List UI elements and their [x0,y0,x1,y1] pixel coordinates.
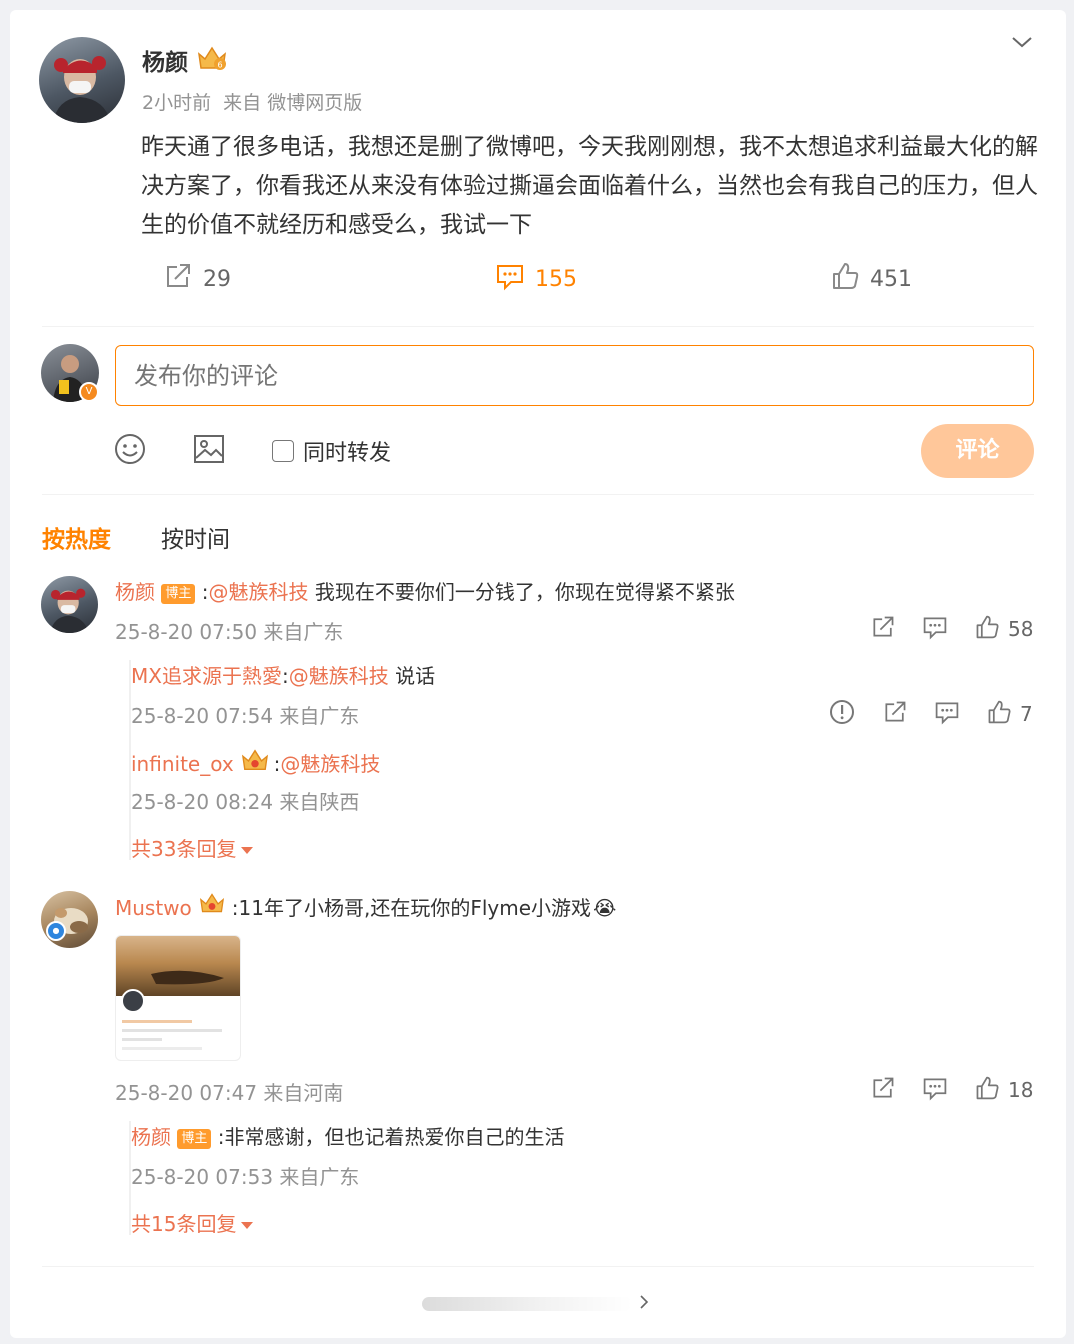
reply-author[interactable]: infinite_ox [131,749,234,779]
thumbs-up-icon[interactable] [974,614,1000,644]
comment-line: Mustwo :11年了小杨哥,还在玩你的Flyme小游戏 😭 [115,891,616,924]
reply-author[interactable]: 杨颜 [131,1125,171,1149]
more-replies-link[interactable]: 共33条回复 [131,833,254,862]
submit-comment-button[interactable]: 评论 [921,424,1034,478]
avatar-person-icon [53,56,111,123]
reply-actions: 7 [829,699,1033,729]
image-button[interactable] [193,433,225,469]
reply-line: MX追求源于熱愛:@魅族科技 说话 [131,664,436,688]
comment-author[interactable]: 杨颜 [115,580,155,604]
comment-meta: 25-8-20 07:50 来自广东 [115,620,344,644]
loading-placeholder-bar [422,1297,632,1311]
reply-meta: 25-8-20 08:24 来自陕西 [131,790,360,814]
repost-button[interactable]: 29 [163,261,231,297]
crying-emoji-icon: 😭 [593,895,617,920]
sync-repost-option[interactable]: 同时转发 [272,435,391,467]
view-more-comments-link[interactable] [422,1293,650,1315]
share-icon[interactable] [870,614,896,644]
reply-like-count: 7 [1020,702,1033,726]
more-replies-label: 共15条回复 [131,1212,237,1236]
emoji-icon [115,434,145,464]
comment-actions: 18 [870,1075,1033,1105]
thumbnail-photo [116,936,240,996]
emoji-button[interactable] [114,433,146,469]
mention-link[interactable]: @魅族科技 [280,749,380,779]
comment-avatar[interactable] [41,576,98,633]
comment-meta: 25-8-20 07:47 来自河南 [115,1081,344,1105]
reply-line: 杨颜 博主 :非常感谢，但也记着热爱你自己的生活 [131,1122,564,1152]
reply-meta: 25-8-20 07:53 来自广东 [131,1165,360,1189]
reply-icon[interactable] [922,1075,948,1105]
mention-link[interactable]: @魅族科技 [208,580,308,604]
thumbs-up-icon[interactable] [974,1075,1000,1105]
comment-count: 155 [535,266,577,292]
reply-line: infinite_ox : @魅族科技 [131,747,380,781]
like-button[interactable]: 451 [830,261,912,297]
comment-actions: 58 [870,614,1033,644]
current-user-avatar: V [41,344,99,402]
post-meta: 2小时前 来自 微博网页版 [142,92,363,114]
thumbnail-avatar [121,989,145,1013]
crown-badge-icon: 6 [196,44,228,76]
comment-line: 杨颜 博主 :@魅族科技 我现在不要你们一分钱了，你现在觉得紧不紧张 [115,580,735,604]
comment-avatar[interactable]: ● [41,891,98,948]
tab-sort-hot[interactable]: 按热度 [42,520,111,554]
reply-text: 说话 [395,664,436,688]
blogger-badge: 博主 [161,583,196,604]
reply-icon[interactable] [922,614,948,644]
more-replies-link[interactable]: 共15条回复 [131,1208,254,1237]
mention-link[interactable]: @魅族科技 [289,664,389,688]
crown-badge-icon [240,747,270,781]
tab-sort-time[interactable]: 按时间 [161,520,230,554]
post-author-name[interactable]: 杨颜 [142,43,188,77]
share-icon[interactable] [870,1075,896,1105]
comment-like-count: 18 [1008,1078,1034,1102]
crown-badge-icon [198,891,226,924]
comment-icon [495,261,525,297]
comment-text: :11年了小杨哥,还在玩你的Flyme小游戏 [231,895,592,920]
post-content: 昨天通了很多电话，我想还是删了微博吧，今天我刚刚想，我不太想追求利益最大化的解决… [141,134,1038,238]
repost-icon [163,261,193,297]
comment-text: 我现在不要你们一分钱了，你现在觉得紧不紧张 [314,580,735,604]
caret-down-icon [240,836,254,860]
report-icon[interactable] [829,699,855,729]
reply-author[interactable]: MX追求源于熱愛 [131,664,282,688]
chevron-down-icon[interactable] [1010,32,1034,56]
reply-text: :非常感谢，但也记着热爱你自己的生活 [217,1125,565,1149]
comment-input[interactable] [115,345,1034,406]
thumbnail-lines [122,1020,236,1050]
blogger-badge: 博主 [177,1128,212,1149]
comment-like-count: 58 [1008,617,1034,641]
chevron-right-icon [638,1293,650,1315]
caret-down-icon [240,1211,254,1235]
image-icon [194,435,224,463]
thumbs-up-icon[interactable] [986,699,1012,729]
comment-author[interactable]: Mustwo [115,892,192,924]
share-icon[interactable] [882,699,908,729]
comment-button[interactable]: 155 [495,261,577,297]
svg-text:6: 6 [217,61,222,70]
member-badge-icon: ● [46,921,66,941]
reply-meta: 25-8-20 07:54 来自广东 [131,704,360,728]
verified-badge-icon: V [79,382,99,402]
more-replies-label: 共33条回复 [131,837,237,861]
like-count: 451 [870,266,912,292]
reply-icon[interactable] [934,699,960,729]
weibo-post-card: 杨颜 6 2小时前 来自 微博网页版 昨天通了很多电话，我想还是删了微博吧，今天… [10,10,1066,1338]
sync-repost-checkbox[interactable] [272,440,294,462]
post-author-avatar[interactable] [39,37,125,123]
thumbs-up-icon [830,261,860,297]
comment-image-thumbnail[interactable] [115,935,241,1061]
repost-count: 29 [203,266,231,292]
sync-repost-label: 同时转发 [303,441,392,466]
